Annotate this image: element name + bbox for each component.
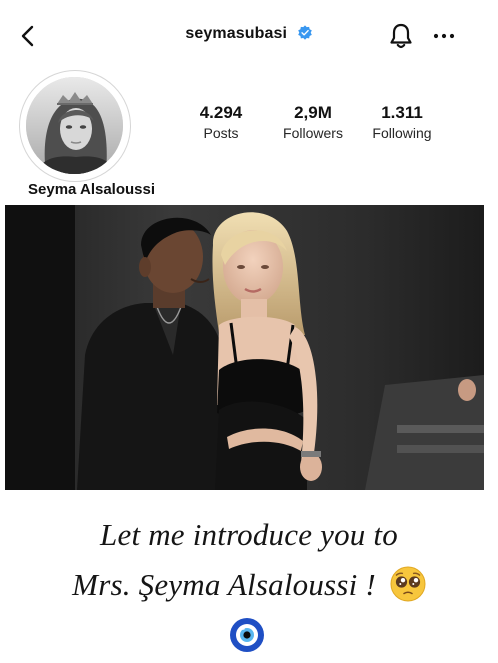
verified-badge-icon <box>297 25 312 40</box>
following-label: Following <box>372 125 432 141</box>
posts-label: Posts <box>203 125 239 141</box>
couple-photo[interactable] <box>5 205 484 490</box>
pleading-face-icon <box>390 566 426 602</box>
followers-stat[interactable]: 2,9M Followers <box>272 103 354 143</box>
avatar-photo <box>26 77 123 174</box>
caption-line-1-text: Let me introduce you to <box>100 517 398 552</box>
caption-line-1: Let me introduce you to <box>0 517 498 553</box>
profile-avatar[interactable] <box>19 70 131 182</box>
caption-line-2: Mrs. Şeyma Alsaloussi ! <box>0 566 498 603</box>
username-text: seymasubasi <box>185 25 288 42</box>
followers-label: Followers <box>283 125 343 141</box>
followers-count: 2,9M <box>294 103 332 122</box>
profile-header: seymasubasi <box>0 0 498 70</box>
posts-stat[interactable]: 4.294 Posts <box>184 103 258 143</box>
caption-line-2-text: Mrs. Şeyma Alsaloussi ! <box>72 567 376 602</box>
posts-count: 4.294 <box>199 103 243 122</box>
bell-icon[interactable] <box>388 22 414 50</box>
username-title: seymasubasi <box>0 25 498 43</box>
display-name: Seyma Alsaloussi <box>28 181 156 198</box>
nazar-evil-eye-icon <box>230 618 264 652</box>
following-count: 1.311 <box>381 103 423 122</box>
following-stat[interactable]: 1.311 Following <box>364 103 440 143</box>
more-dots-icon[interactable] <box>432 24 456 48</box>
